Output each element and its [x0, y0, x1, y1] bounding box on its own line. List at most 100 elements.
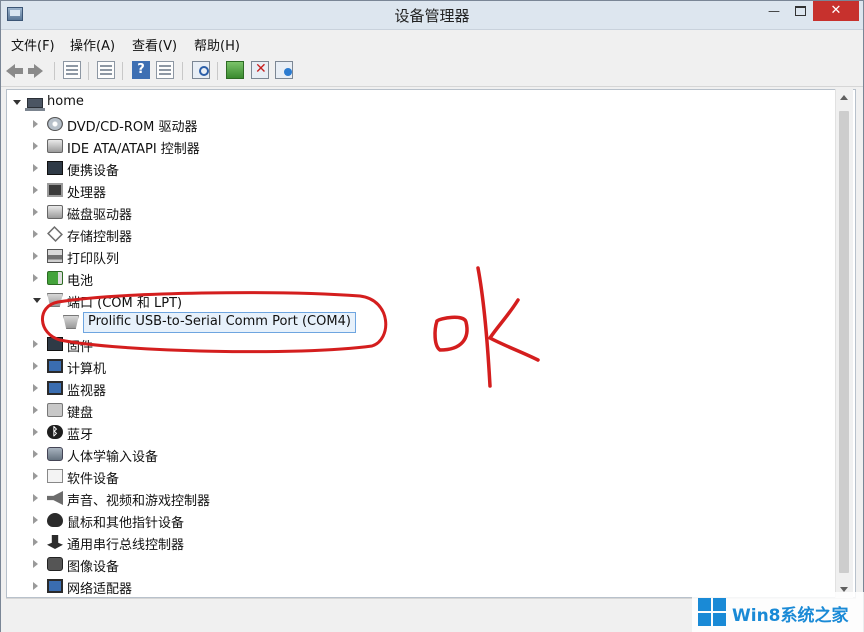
expand-arrow-icon[interactable]	[33, 538, 38, 546]
tree-node-label: home	[47, 94, 84, 109]
bluetooth-icon: ᛒ	[47, 425, 63, 439]
maximize-button[interactable]	[787, 1, 813, 21]
keyboard-icon	[47, 403, 63, 417]
scroll-up-icon[interactable]	[840, 95, 848, 100]
expand-arrow-icon[interactable]	[33, 230, 38, 238]
speaker-icon	[47, 491, 63, 505]
expand-arrow-icon[interactable]	[33, 428, 38, 436]
tree-node-label: 存储控制器	[67, 230, 133, 245]
camera-icon	[47, 557, 63, 571]
toolbar-separator	[54, 62, 55, 80]
toolbar-separator	[182, 62, 183, 80]
tree-node-label: 通用串行总线控制器	[67, 538, 185, 553]
expand-arrow-icon[interactable]	[33, 384, 38, 392]
tree-node-label: IDE ATA/ATAPI 控制器	[67, 142, 200, 157]
maximize-icon	[794, 6, 806, 16]
watermark-text: Win8系统之家	[732, 606, 849, 626]
expand-arrow-icon[interactable]	[33, 406, 38, 414]
watermark: Win8系统之家	[692, 592, 864, 632]
device-manager-window: 设备管理器 — ✕ 文件(F) 操作(A) 查看(V) 帮助(H) ? home	[0, 0, 864, 632]
firmware-icon	[47, 337, 63, 351]
expand-arrow-icon[interactable]	[33, 340, 38, 348]
expand-arrow-icon[interactable]	[13, 100, 21, 105]
menu-bar: 文件(F) 操作(A) 查看(V) 帮助(H)	[1, 32, 863, 54]
tree-node-label: 计算机	[67, 362, 107, 377]
tree-node-label: DVD/CD-ROM 驱动器	[67, 120, 198, 135]
expand-arrow-icon[interactable]	[33, 298, 41, 303]
serial-port-icon	[63, 315, 79, 329]
action-pane-icon[interactable]	[156, 61, 174, 79]
tree-node-label: 电池	[67, 274, 94, 289]
expand-arrow-icon[interactable]	[33, 582, 38, 590]
tree-node-label: 磁盘驱动器	[67, 208, 133, 223]
tree-node-label: 便携设备	[67, 164, 120, 179]
expand-arrow-icon[interactable]	[33, 450, 38, 458]
expand-arrow-icon[interactable]	[33, 362, 38, 370]
usb-icon	[47, 535, 63, 549]
network-adapter-icon	[47, 579, 63, 593]
expand-arrow-icon[interactable]	[33, 142, 38, 150]
tree-node-label: 打印队列	[67, 252, 120, 267]
dvd-drive-icon	[47, 117, 63, 131]
tree-node-label: 软件设备	[67, 472, 120, 487]
tree-node-label: 图像设备	[67, 560, 120, 575]
expand-arrow-icon[interactable]	[33, 164, 38, 172]
port-icon	[47, 293, 63, 307]
disk-drive-icon	[47, 205, 63, 219]
hid-icon	[47, 447, 63, 461]
toolbar-separator	[217, 62, 218, 80]
tree-node-label: 端口 (COM 和 LPT)	[67, 296, 183, 311]
tree-node-label: 固件	[67, 340, 94, 355]
tree-node-label: 键盘	[67, 406, 94, 421]
menu-view[interactable]: 查看(V)	[132, 35, 177, 54]
title-bar: 设备管理器 — ✕	[1, 1, 863, 30]
toolbar-separator	[88, 62, 89, 80]
forward-arrow-icon[interactable]	[28, 62, 46, 80]
back-arrow-icon[interactable]	[6, 62, 24, 80]
expand-arrow-icon[interactable]	[33, 494, 38, 502]
portable-device-icon	[47, 161, 63, 175]
enable-device-icon[interactable]	[275, 61, 293, 79]
expand-arrow-icon[interactable]	[33, 560, 38, 568]
expand-arrow-icon[interactable]	[33, 208, 38, 216]
device-tree: home DVD/CD-ROM 驱动器 IDE ATA/ATAPI 控制器 便携…	[6, 89, 856, 598]
processor-icon	[47, 183, 63, 197]
storage-controller-icon	[47, 226, 63, 242]
tree-node-label: 声音、视频和游戏控制器	[67, 494, 211, 509]
expand-arrow-icon[interactable]	[33, 252, 38, 260]
window-title: 设备管理器	[394, 7, 470, 25]
scrollbar-thumb[interactable]	[839, 111, 849, 573]
menu-action[interactable]: 操作(A)	[70, 35, 115, 54]
tree-node-label: 网络适配器	[67, 582, 133, 597]
expand-arrow-icon[interactable]	[33, 472, 38, 480]
ide-controller-icon	[47, 139, 63, 153]
tree-node-label: 人体学输入设备	[67, 450, 159, 465]
tree-node-label: Prolific USB-to-Serial Comm Port (COM4)	[83, 312, 356, 333]
show-hide-console-tree-icon[interactable]	[63, 61, 81, 79]
menu-help[interactable]: 帮助(H)	[194, 35, 240, 54]
properties-icon[interactable]	[97, 61, 115, 79]
uninstall-device-icon[interactable]	[251, 61, 269, 79]
tree-node-label: 蓝牙	[67, 428, 94, 443]
help-icon[interactable]: ?	[132, 61, 150, 79]
menu-file[interactable]: 文件(F)	[11, 35, 55, 54]
minimize-button[interactable]: —	[761, 1, 787, 21]
expand-arrow-icon[interactable]	[33, 516, 38, 524]
printer-icon	[47, 249, 63, 263]
expand-arrow-icon[interactable]	[33, 120, 38, 128]
expand-arrow-icon[interactable]	[33, 274, 38, 282]
expand-arrow-icon[interactable]	[33, 186, 38, 194]
update-driver-icon[interactable]	[226, 61, 244, 79]
computer-icon	[25, 98, 45, 111]
computer-icon	[47, 359, 63, 373]
mouse-icon	[47, 513, 63, 527]
tree-node-label: 处理器	[67, 186, 107, 201]
vertical-scrollbar[interactable]	[835, 89, 853, 598]
tree-node-label: 监视器	[67, 384, 107, 399]
monitor-icon	[47, 381, 63, 395]
scan-hardware-icon[interactable]	[192, 61, 210, 79]
windows-logo-icon	[698, 598, 726, 626]
close-button[interactable]: ✕	[813, 1, 859, 21]
battery-icon	[47, 271, 63, 285]
toolbar-separator	[122, 62, 123, 80]
